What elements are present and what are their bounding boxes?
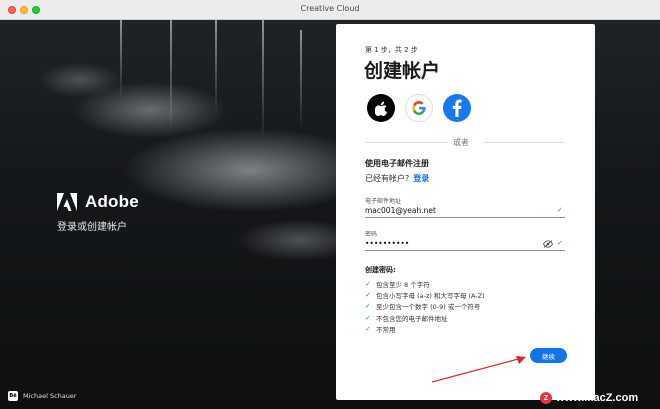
email-valid-check-icon: ✓ bbox=[557, 206, 563, 214]
brand-block: Adobe 登录或创建帐户 bbox=[57, 192, 139, 233]
have-account-row: 已经有帐户? 登录 bbox=[365, 173, 429, 184]
hide-password-eye-icon[interactable] bbox=[543, 240, 553, 248]
apple-signin-button[interactable] bbox=[367, 94, 395, 122]
wave-streak bbox=[300, 30, 302, 130]
photo-credit[interactable]: Bē Michael Schauer bbox=[8, 391, 77, 401]
page-title: 创建帐户 bbox=[364, 60, 441, 82]
photo-credit-name: Michael Schauer bbox=[23, 392, 77, 400]
password-valid-check-icon: ✓ bbox=[557, 239, 563, 247]
app-window: Creative Cloud Adobe 登录或创建帐户 Bē Michael … bbox=[0, 0, 660, 409]
wave-streak bbox=[262, 20, 264, 140]
apple-icon bbox=[374, 101, 387, 116]
check-icon: ✓ bbox=[365, 302, 371, 311]
requirement-item: ✓ 包含小写字母 (a-z) 和大写字母 (A-Z) bbox=[365, 291, 485, 301]
brand-subtitle: 登录或创建帐户 bbox=[57, 222, 127, 233]
facebook-icon bbox=[452, 99, 462, 117]
signup-card: 第 1 步，共 2 步 创建帐户 或者 使用电子邮件注册 已经有帐户? 登录 电… bbox=[336, 24, 595, 400]
brand-name: Adobe bbox=[85, 192, 139, 211]
check-icon: ✓ bbox=[365, 325, 371, 334]
wave-streak bbox=[170, 20, 172, 130]
continue-button[interactable]: 继续 bbox=[530, 348, 567, 363]
watermark-text: www.MacZ.com bbox=[556, 392, 639, 404]
password-field[interactable] bbox=[365, 237, 565, 251]
requirement-item: ✓ 不常用 bbox=[365, 325, 396, 335]
behance-icon: Bē bbox=[8, 391, 18, 401]
requirement-item: ✓ 包含至少 8 个字符 bbox=[365, 279, 430, 289]
step-indicator: 第 1 步，共 2 步 bbox=[365, 46, 418, 54]
google-icon bbox=[412, 101, 426, 115]
password-requirements-title: 创建密码: bbox=[365, 266, 396, 274]
window-title: Creative Cloud bbox=[300, 4, 360, 13]
divider-line bbox=[483, 142, 565, 143]
check-icon: ✓ bbox=[365, 313, 371, 322]
password-requirements-list: ✓ 包含至少 8 个字符 ✓ 包含小写字母 (a-z) 和大写字母 (A-Z) ✓ 至… bbox=[365, 278, 485, 335]
login-link[interactable]: 登录 bbox=[413, 174, 429, 183]
email-field[interactable] bbox=[365, 204, 565, 218]
google-signin-button[interactable] bbox=[405, 94, 433, 122]
adobe-logo-icon bbox=[57, 193, 77, 211]
title-bar: Creative Cloud bbox=[0, 0, 660, 20]
macz-logo-icon: Z bbox=[540, 392, 552, 404]
requirement-item: ✓ 至少包含一个数字 (0-9) 或一个符号 bbox=[365, 302, 481, 312]
check-icon: ✓ bbox=[365, 291, 371, 300]
check-icon: ✓ bbox=[365, 279, 371, 288]
or-label: 或者 bbox=[453, 138, 469, 147]
wave-streak bbox=[215, 20, 217, 115]
facebook-signin-button[interactable] bbox=[443, 94, 471, 122]
divider-line bbox=[365, 142, 447, 143]
email-signup-title: 使用电子邮件注册 bbox=[365, 159, 429, 168]
watermark: Z www.MacZ.com bbox=[540, 392, 638, 404]
have-account-text: 已经有帐户? bbox=[365, 174, 410, 183]
annotation-arrow-icon bbox=[431, 356, 526, 383]
wave-streak bbox=[120, 20, 122, 100]
or-divider: 或者 bbox=[365, 137, 565, 147]
requirement-item: ✓ 不包含您的电子邮件地址 bbox=[365, 313, 448, 323]
